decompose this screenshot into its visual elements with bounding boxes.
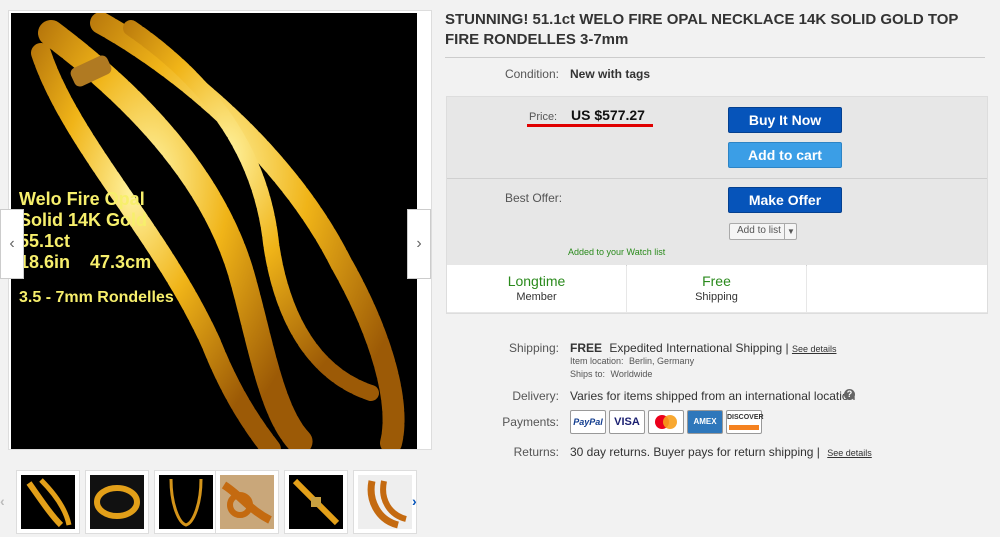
amex-icon: AMEX bbox=[687, 410, 723, 434]
returns-see-details-link[interactable]: See details bbox=[827, 448, 872, 458]
add-to-list-label: Add to list bbox=[737, 225, 781, 236]
add-to-cart-button[interactable]: Add to cart bbox=[728, 142, 842, 168]
previous-image-button[interactable]: ‹ bbox=[0, 209, 24, 279]
thumbnail-5[interactable] bbox=[284, 470, 348, 534]
ships-to-label: Ships to: bbox=[570, 369, 606, 379]
delivery-label: Delivery: bbox=[512, 389, 559, 403]
returns-label: Returns: bbox=[513, 445, 559, 459]
item-location-label: Item location: bbox=[570, 356, 624, 366]
thumbnails-next-icon[interactable]: › bbox=[412, 470, 417, 532]
shipping-label: Shipping: bbox=[508, 341, 559, 355]
help-icon[interactable]: ? bbox=[844, 389, 855, 400]
chevron-down-icon[interactable]: ▼ bbox=[784, 223, 797, 240]
chevron-right-icon: › bbox=[416, 235, 422, 252]
condition-label: Condition: bbox=[504, 67, 559, 81]
overlay-line-4: 18.6in 47.3cm bbox=[19, 252, 152, 272]
paypal-icon: PayPal bbox=[570, 410, 606, 434]
thumbnails-prev-icon[interactable]: ‹ bbox=[0, 470, 5, 532]
price-underline bbox=[527, 124, 653, 127]
returns-line: 30 day returns. Buyer pays for return sh… bbox=[570, 445, 872, 459]
overlay-line-2: Solid 14K Gold bbox=[19, 210, 148, 230]
thumbnail-6[interactable] bbox=[353, 470, 417, 534]
necklace-illustration bbox=[31, 13, 405, 449]
price-label: Price: bbox=[529, 111, 558, 123]
feature-1-subtitle: Member bbox=[516, 291, 557, 303]
delivery-value: Varies for items shipped from an interna… bbox=[570, 389, 856, 403]
feature-2-title: Free bbox=[702, 273, 731, 289]
shipping-free: FREE bbox=[570, 341, 603, 355]
buy-it-now-button[interactable]: Buy It Now bbox=[728, 107, 842, 133]
item-location: Item location: Berlin, Germany bbox=[570, 356, 694, 366]
price-value: US $577.27 bbox=[571, 107, 645, 123]
visa-icon: VISA bbox=[609, 410, 645, 434]
listing-title: STUNNING! 51.1ct WELO FIRE OPAL NECKLACE… bbox=[445, 11, 959, 48]
chevron-left-icon: ‹ bbox=[9, 235, 15, 252]
item-location-value: Berlin, Germany bbox=[629, 356, 695, 366]
add-to-list-button[interactable]: Add to list ▼ bbox=[729, 223, 797, 240]
best-offer-label: Best Offer: bbox=[505, 191, 563, 205]
overlay-line-5: 3.5 - 7mm Rondelles bbox=[19, 289, 174, 306]
ships-to: Ships to: Worldwide bbox=[570, 369, 652, 379]
thumbnail-4[interactable] bbox=[215, 470, 279, 534]
feature-longtime-member: Longtime Member bbox=[447, 265, 626, 312]
payments-label: Payments: bbox=[502, 415, 559, 429]
thumbnail-3[interactable] bbox=[154, 470, 218, 534]
next-image-button[interactable]: › bbox=[407, 209, 431, 279]
feature-1-title: Longtime bbox=[507, 273, 566, 289]
discover-icon: DISCOVER bbox=[726, 410, 764, 434]
returns-value: 30 day returns. Buyer pays for return sh… bbox=[570, 445, 820, 459]
title-divider bbox=[445, 57, 985, 58]
overlay-line-3: 55.1ct bbox=[19, 231, 71, 251]
main-product-image[interactable]: Welo Fire Opal Solid 14K Gold 55.1ct 18.… bbox=[0, 10, 432, 450]
panel-divider-1 bbox=[447, 178, 987, 179]
mastercard-icon bbox=[648, 410, 684, 434]
thumbnail-1[interactable] bbox=[16, 470, 80, 534]
feature-empty bbox=[807, 265, 987, 312]
overlay-line-1: Welo Fire Opal bbox=[19, 189, 145, 209]
shipping-method: Expedited International Shipping | bbox=[609, 341, 789, 355]
feature-free-shipping: Free Shipping bbox=[627, 265, 806, 312]
thumbnail-2[interactable] bbox=[85, 470, 149, 534]
watch-list-confirmation: Added to your Watch list bbox=[568, 247, 666, 257]
feature-2-subtitle: Shipping bbox=[695, 291, 738, 303]
shipping-line: FREE Expedited International Shipping | … bbox=[570, 341, 836, 355]
condition-value: New with tags bbox=[570, 67, 651, 81]
ships-to-value: Worldwide bbox=[610, 369, 653, 379]
shipping-see-details-link[interactable]: See details bbox=[792, 344, 837, 354]
product-photo: Welo Fire Opal Solid 14K Gold 55.1ct 18.… bbox=[11, 13, 417, 449]
purchase-panel: Price: US $577.27 Buy It Now Add to cart… bbox=[446, 96, 988, 314]
make-offer-button[interactable]: Make Offer bbox=[728, 187, 842, 213]
thumbnail-strip: ‹ › bbox=[0, 470, 428, 534]
